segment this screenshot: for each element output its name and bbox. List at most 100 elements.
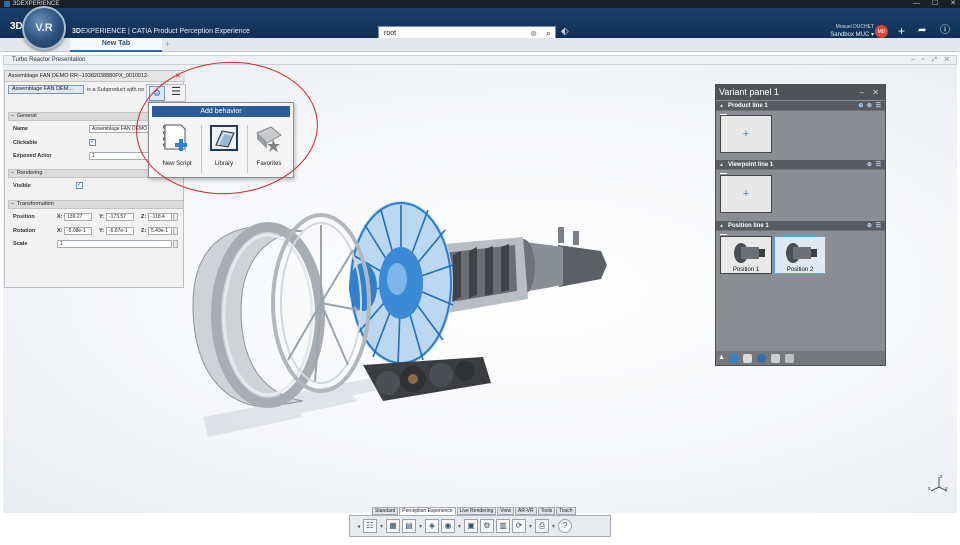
minimize-button[interactable]: — xyxy=(913,0,920,8)
viewpoint-slot-add[interactable]: + xyxy=(720,175,772,213)
capture-icon[interactable]: ⎙ xyxy=(535,519,549,533)
animation-icon[interactable]: ⟳ xyxy=(512,519,526,533)
tab-perception-experience[interactable]: Perception Experience xyxy=(399,507,456,515)
action-bar: ◂ ☷ ▾ ▦ ▤ ▾ ◈ ◉ ▾ ▣ ⚙ ▥ ⟳ ▾ ⎙ ▾ ? xyxy=(349,515,611,537)
compass-icon[interactable]: V.R xyxy=(22,6,66,50)
object-selector-button[interactable]: Assemblage FAN DEM... xyxy=(8,85,84,94)
properties-icon[interactable]: ☷ xyxy=(363,519,377,533)
dropdown-icon[interactable]: ▾ xyxy=(528,523,533,530)
tools-icon[interactable] xyxy=(743,353,752,363)
dropdown-icon[interactable]: ▾ xyxy=(457,523,462,530)
engine-thumbnail-icon xyxy=(786,243,817,263)
close-button[interactable]: ✕ xyxy=(950,0,956,8)
line-controls[interactable]: ⊕ ⊗ ☰ xyxy=(858,101,882,111)
clear-search-icon[interactable]: ⊗ xyxy=(530,29,537,38)
label-name: Name xyxy=(13,126,28,132)
tab-standard[interactable]: Standard xyxy=(372,507,399,515)
tab-ar-vr[interactable]: AR-VR xyxy=(515,507,537,515)
label-position: Position xyxy=(13,214,35,220)
axis-y-label: Y: xyxy=(99,214,105,220)
grid-icon[interactable]: ▤ xyxy=(402,519,416,533)
product-slot-add[interactable]: + xyxy=(720,115,772,153)
viewpoint-line-header[interactable]: Viewpoint line 1⊕ ☰ xyxy=(716,159,885,170)
tab-new-tab[interactable]: New Tab xyxy=(70,38,162,52)
sphere-icon[interactable] xyxy=(757,353,766,363)
camera-icon[interactable]: ◉ xyxy=(441,519,455,533)
variant-panel-footer: ▲ xyxy=(716,351,885,365)
rotation-spinner[interactable] xyxy=(173,227,178,235)
globe-icon[interactable] xyxy=(729,353,738,363)
line-controls[interactable]: ⊕ ☰ xyxy=(867,221,882,231)
dropdown-icon[interactable]: ▾ xyxy=(551,523,556,530)
product-icon[interactable]: ◈ xyxy=(425,519,439,533)
position-spinner[interactable] xyxy=(173,213,178,221)
rotation-z-field[interactable]: 5.49e-1 xyxy=(148,227,172,235)
axis-y-label: Y: xyxy=(99,228,105,234)
avatar[interactable]: MD xyxy=(875,25,888,38)
rotation-x-field[interactable]: -5.08e-1 xyxy=(64,227,92,235)
viewer-window-controls[interactable]: – ▫ ⤢ ✕ xyxy=(911,56,952,65)
label-exposed-actor: Exposed Actor xyxy=(13,153,52,159)
camera-icon[interactable] xyxy=(771,353,780,363)
rotation-y-field[interactable]: -6.87e-1 xyxy=(106,227,134,235)
spinner-cone xyxy=(349,263,377,311)
position-1-thumbnail[interactable]: Position 1 xyxy=(720,236,772,274)
help-icon[interactable]: ? xyxy=(558,519,572,533)
section-transformation[interactable]: Transformation xyxy=(8,200,184,209)
tag-icon[interactable]: ⬖ xyxy=(561,26,569,37)
gear-icon[interactable]: ⚙ xyxy=(480,519,494,533)
clickable-checkbox[interactable]: ✓ xyxy=(89,139,96,146)
fan-casing xyxy=(192,213,371,408)
axis-y-label: y xyxy=(945,486,948,492)
position-line-header[interactable]: Position line 1⊕ ☰ xyxy=(716,220,885,231)
accessory-gearbox xyxy=(363,357,491,401)
layout-icon[interactable]: ▥ xyxy=(496,519,510,533)
scroll-left-icon[interactable]: ◂ xyxy=(356,523,361,530)
viewer-title: Turbo Reactor Presentation xyxy=(12,57,86,63)
share-icon[interactable]: ➦ xyxy=(918,24,926,38)
variant-panel-controls[interactable]: – ✕ xyxy=(860,85,882,100)
action-bar-tabs: Standard Perception Experience Live Rend… xyxy=(372,507,576,515)
app-logo-icon xyxy=(4,1,10,7)
position-line-body: Position 1 Position 2 xyxy=(716,231,885,353)
position-z-field[interactable]: -118.4 xyxy=(148,213,172,221)
scale-spinner[interactable] xyxy=(173,240,178,248)
visible-checkbox[interactable]: ✓ xyxy=(76,182,83,189)
clapper-icon[interactable]: ▣ xyxy=(464,519,478,533)
viewer-titlebar: Turbo Reactor Presentation – ▫ ⤢ ✕ xyxy=(3,55,957,65)
settings-icon[interactable] xyxy=(785,353,794,363)
tab-view[interactable]: View xyxy=(497,507,514,515)
label-scale: Scale xyxy=(13,241,28,247)
tab-tools[interactable]: Tools xyxy=(537,507,556,515)
axis-z-label: Z: xyxy=(141,228,147,234)
properties-title: Assemblage FAN DEMO RR--19382038880PX_00… xyxy=(5,71,185,82)
line-controls[interactable]: ⊕ ☰ xyxy=(867,160,882,170)
tab-touch[interactable]: Touch xyxy=(556,507,576,515)
window-titlebar: 3DEXPERIENCE — ☐ ✕ xyxy=(0,0,960,8)
table-icon[interactable]: ▦ xyxy=(386,519,400,533)
variant-panel: Variant panel 1– ✕ Product line 1⊕ ⊗ ☰ +… xyxy=(715,84,886,366)
maximize-button[interactable]: ☐ xyxy=(932,0,938,8)
tab-live-rendering[interactable]: Live Rendering xyxy=(456,507,497,515)
position-2-thumbnail[interactable]: Position 2 xyxy=(774,236,826,274)
position-1-label: Position 1 xyxy=(732,267,760,273)
position-x-field[interactable]: 139.27 xyxy=(64,213,92,221)
help-icon[interactable]: ⓘ xyxy=(940,24,950,38)
add-tab-button[interactable]: + xyxy=(165,38,170,51)
position-2-label: Position 2 xyxy=(786,267,814,273)
dropdown-icon[interactable]: ▾ xyxy=(418,523,423,530)
position-y-field[interactable]: -173.57 xyxy=(106,213,134,221)
axis-triad: z x y xyxy=(928,474,950,496)
collapse-icon[interactable]: ▲ xyxy=(718,354,725,363)
dropdown-icon[interactable]: ▾ xyxy=(379,523,384,530)
plus-icon[interactable]: + xyxy=(898,24,905,38)
label-visible: Visible xyxy=(13,183,31,189)
viewpoint-line-body: + xyxy=(716,170,885,220)
scale-field[interactable]: 1 xyxy=(57,240,172,248)
label-clickable: Clickable xyxy=(13,140,38,146)
user-info[interactable]: Mosuel DUCHET Sandbox MUC ▾ xyxy=(810,23,874,39)
product-line-header[interactable]: Product line 1⊕ ⊗ ☰ xyxy=(716,100,885,111)
engine-thumbnail-icon xyxy=(734,243,765,263)
axis-triad-icon xyxy=(930,477,948,492)
axis-x-label: X: xyxy=(57,228,63,234)
